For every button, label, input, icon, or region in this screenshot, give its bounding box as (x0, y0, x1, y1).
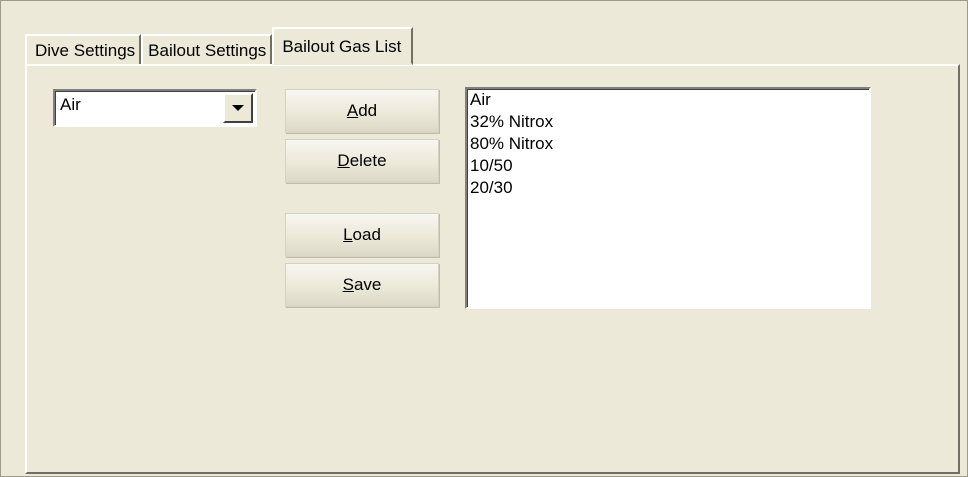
tab-dive-settings-label: Dive Settings (35, 41, 136, 60)
dropdown-arrow-icon[interactable] (223, 93, 253, 123)
delete-button[interactable]: Delete (285, 139, 439, 183)
add-button-accel: A (346, 101, 359, 120)
list-item[interactable]: 20/30 (470, 177, 869, 199)
load-button-accel: L (343, 225, 353, 244)
save-button-label: ave (353, 275, 382, 294)
dialog-window: Dive Settings Bailout Settings Bailout G… (0, 0, 968, 477)
delete-button-accel: D (337, 151, 350, 170)
load-button[interactable]: Load (285, 213, 439, 257)
save-button-accel: S (342, 275, 354, 294)
list-item[interactable]: Air (470, 89, 869, 111)
tab-bailout-settings-label: Bailout Settings (148, 41, 267, 60)
list-item[interactable]: 10/50 (470, 155, 869, 177)
tab-strip: Dive Settings Bailout Settings Bailout G… (25, 25, 414, 65)
gas-select-value: Air (60, 95, 81, 114)
tab-bailout-settings[interactable]: Bailout Settings (141, 34, 273, 64)
delete-button-label: elete (349, 151, 387, 170)
list-item[interactable]: 80% Nitrox (470, 133, 869, 155)
load-button-label: oad (352, 225, 381, 244)
tab-bailout-gas-list[interactable]: Bailout Gas List (272, 27, 414, 65)
add-button-label: dd (358, 101, 378, 120)
tab-dive-settings[interactable]: Dive Settings (25, 34, 142, 64)
tab-bailout-gas-list-label: Bailout Gas List (282, 37, 402, 56)
gas-list-box[interactable]: Air 32% Nitrox 80% Nitrox 10/50 20/30 (465, 87, 871, 309)
gas-select-combobox[interactable]: Air (53, 89, 257, 127)
add-button[interactable]: Add (285, 89, 439, 133)
save-button[interactable]: Save (285, 263, 439, 307)
list-item[interactable]: 32% Nitrox (470, 111, 869, 133)
